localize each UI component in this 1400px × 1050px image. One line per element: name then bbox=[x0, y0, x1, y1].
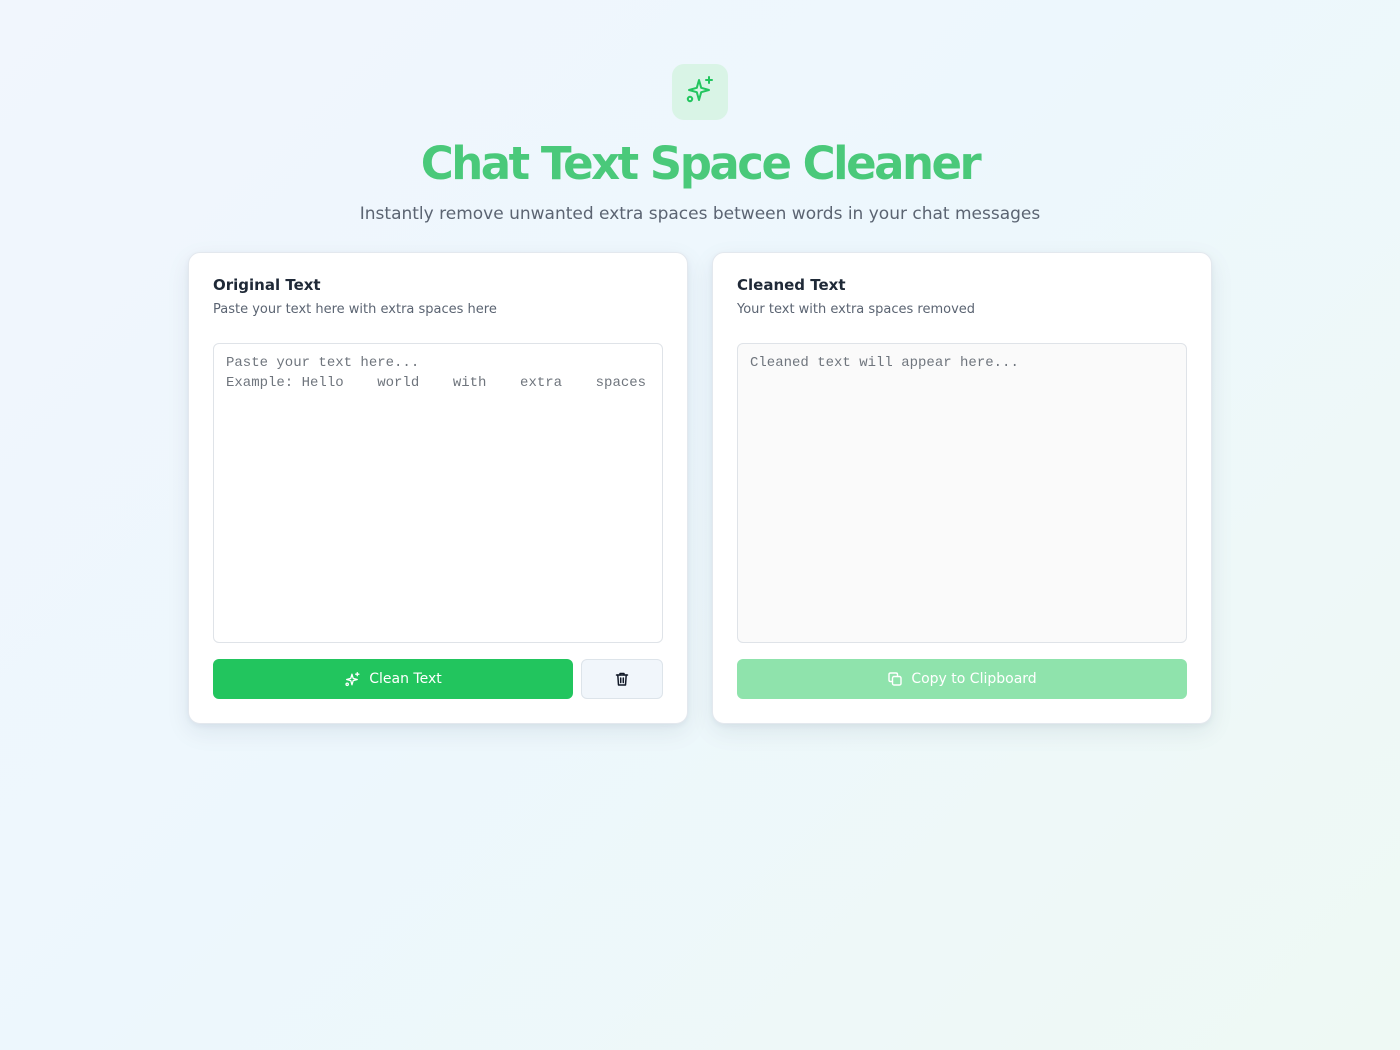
logo-badge bbox=[672, 64, 728, 120]
trash-icon bbox=[614, 671, 630, 687]
cleaned-text-card: Cleaned Text Your text with extra spaces… bbox=[712, 252, 1212, 724]
page-subtitle: Instantly remove unwanted extra spaces b… bbox=[359, 204, 1041, 224]
copy-icon bbox=[887, 671, 903, 687]
page-title: Chat Text Space Cleaner bbox=[420, 137, 982, 190]
original-card-description: Paste your text here with extra spaces h… bbox=[213, 302, 497, 317]
original-text-input[interactable] bbox=[213, 343, 663, 643]
cleaned-card-description: Your text with extra spaces removed bbox=[737, 302, 976, 317]
clean-text-button[interactable]: Clean Text bbox=[213, 659, 573, 699]
cleaned-text-output[interactable] bbox=[737, 343, 1187, 643]
copy-button-label: Copy to Clipboard bbox=[911, 671, 1037, 687]
sparkles-icon bbox=[684, 74, 716, 110]
sparkles-icon bbox=[344, 671, 361, 688]
original-card-title: Original Text bbox=[213, 276, 321, 294]
clean-text-button-label: Clean Text bbox=[369, 671, 442, 687]
cleaned-card-title: Cleaned Text bbox=[737, 276, 846, 294]
copy-to-clipboard-button[interactable]: Copy to Clipboard bbox=[737, 659, 1187, 699]
clear-text-button[interactable] bbox=[581, 659, 663, 699]
original-text-card: Original Text Paste your text here with … bbox=[188, 252, 688, 724]
